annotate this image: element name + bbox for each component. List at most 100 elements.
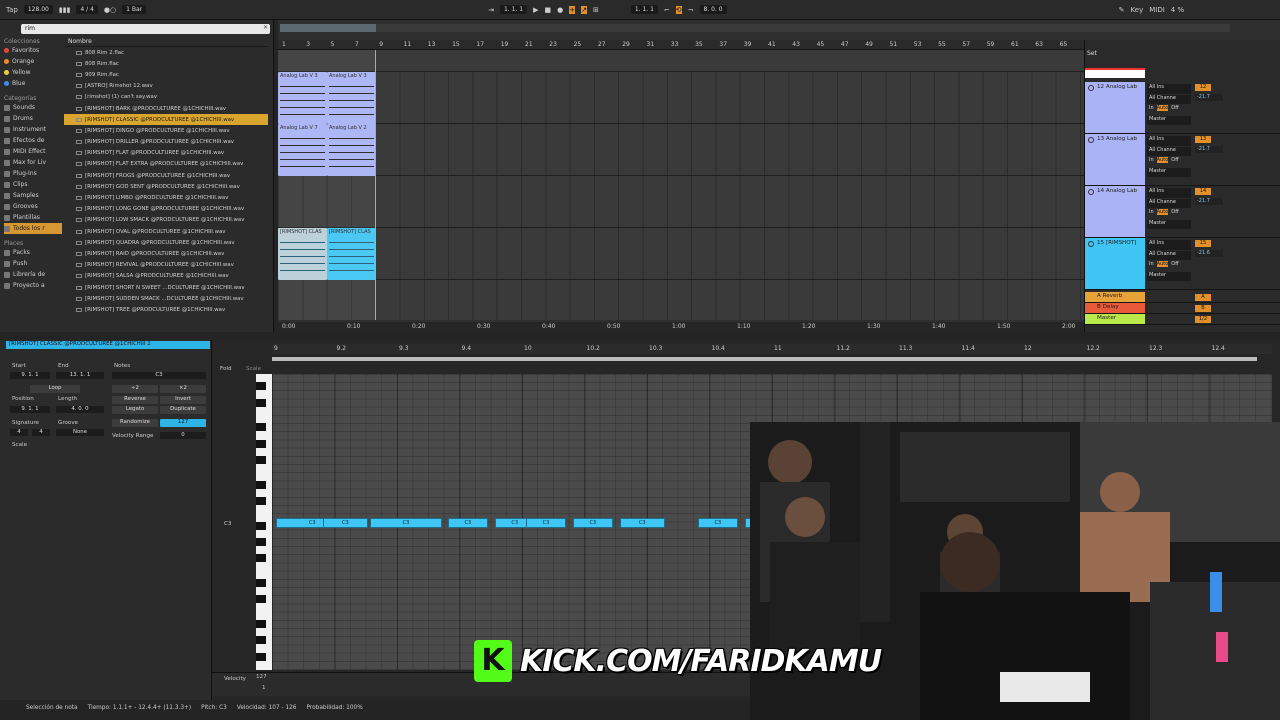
clip-name[interactable]: [RIMSHOT] CLASSIC @PRODCULTUREE @1CHICHI…: [6, 341, 210, 349]
black-key[interactable]: [256, 554, 266, 563]
return-activator[interactable]: A: [1195, 294, 1211, 301]
file-row[interactable]: [RIMSHOT] FLAT EXTRA @PRODCULTUREE @1CHI…: [64, 159, 268, 170]
monitor-auto-button[interactable]: Auto: [1156, 105, 1169, 111]
note-field[interactable]: C3: [112, 372, 206, 379]
metronome-icon[interactable]: ▮▮▮: [59, 6, 71, 14]
file-row[interactable]: [RIMSHOT] DINGO @PRODCULTUREE @1CHICHIII…: [64, 125, 268, 136]
midi-note[interactable]: C3: [526, 518, 566, 528]
file-row[interactable]: [RIMSHOT] BARK @PRODCULTUREE @1CHICHIII.…: [64, 103, 268, 114]
return-name[interactable]: Master: [1085, 314, 1145, 324]
io-channels-select[interactable]: All Channe: [1147, 198, 1191, 208]
signature-numerator[interactable]: 4: [10, 429, 28, 436]
place-item[interactable]: Proyecto a: [4, 280, 62, 291]
category-item[interactable]: Max for Liv: [4, 157, 62, 168]
monitor-auto-button[interactable]: Auto: [1156, 261, 1169, 267]
capture-icon[interactable]: ⊞: [593, 6, 599, 14]
file-row[interactable]: [RIMSHOT] CLASSIC @PRODCULTUREE @1CHICHI…: [64, 114, 268, 126]
black-key[interactable]: [256, 398, 266, 407]
file-row[interactable]: [RIMSHOT] SALSA @PRODCULTUREE @1CHICHIII…: [64, 271, 268, 282]
file-row[interactable]: [RIMSHOT] LOW SMACK @PRODCULTUREE @1CHIC…: [64, 215, 268, 226]
io-channels-select[interactable]: All Channe: [1147, 146, 1191, 156]
record-icon[interactable]: ●: [557, 6, 563, 14]
collection-item[interactable]: Yellow: [4, 67, 62, 78]
io-channels-select[interactable]: All Channe: [1147, 94, 1191, 104]
track-header[interactable]: 12 Analog Lab All Ins All Channe In Auto Off M…: [1085, 82, 1280, 134]
browser-search-input[interactable]: rim ✕: [21, 24, 270, 34]
duplicate-button[interactable]: Duplicate: [160, 406, 206, 414]
signature-denominator[interactable]: 4: [32, 429, 50, 436]
place-item[interactable]: Push: [4, 258, 62, 269]
monitor-off-button[interactable]: Off: [1171, 261, 1178, 267]
io-channels-select[interactable]: All Channe: [1147, 250, 1191, 260]
output-select[interactable]: Master: [1147, 167, 1191, 177]
black-key[interactable]: [256, 382, 266, 391]
output-select[interactable]: Master: [1147, 271, 1191, 281]
midi-note[interactable]: C3: [369, 518, 443, 528]
quantize-select[interactable]: 1 Bar: [122, 5, 147, 14]
place-item[interactable]: Librería de: [4, 269, 62, 280]
return-track-header[interactable]: B Delay B: [1085, 303, 1280, 314]
tempo-field[interactable]: 128.00: [23, 5, 53, 14]
black-key[interactable]: [256, 439, 266, 448]
length-field[interactable]: 4. 0. 0: [56, 406, 104, 413]
monitor-monitor-button[interactable]: In: [1149, 157, 1154, 163]
collection-item[interactable]: Blue: [4, 78, 62, 89]
loop-icon[interactable]: ⟲: [675, 5, 682, 14]
track-volume[interactable]: -21.7: [1195, 146, 1223, 153]
midi-note[interactable]: C3: [572, 518, 613, 528]
track-volume[interactable]: -21.7: [1195, 94, 1223, 101]
black-key[interactable]: [256, 497, 266, 505]
track-header[interactable]: 13 Analog Lab All Ins All Channe In Auto Off M…: [1085, 134, 1280, 186]
place-item[interactable]: Packs: [4, 247, 62, 258]
track-lane[interactable]: [278, 228, 1084, 280]
file-row[interactable]: [RIMSHOT] LIMBO @PRODCULTUREE @1CHICHIII…: [64, 192, 268, 203]
track-activator[interactable]: 13: [1195, 136, 1211, 143]
return-name[interactable]: A Reverb: [1085, 292, 1145, 302]
key-map-button[interactable]: Key: [1131, 6, 1144, 14]
time-signature-field[interactable]: 4 / 4: [76, 5, 98, 14]
loop-toggle[interactable]: Loop: [30, 385, 80, 393]
file-row[interactable]: [ASTRO] Rimshot 12.wav: [64, 81, 268, 92]
file-row[interactable]: 808 Rim 2.flac: [64, 47, 268, 58]
category-item[interactable]: Plug-Ins: [4, 168, 62, 179]
piano-keyboard[interactable]: [256, 374, 272, 670]
midi-map-button[interactable]: MIDI: [1149, 6, 1165, 14]
category-item[interactable]: Plantillas: [4, 212, 62, 223]
track-header[interactable]: 15 [RIMSHOT] All Ins All Channe In Auto Off Ma…: [1085, 238, 1280, 290]
black-key[interactable]: [256, 538, 266, 546]
halve-button[interactable]: ÷2: [112, 385, 158, 393]
track-name[interactable]: 12 Analog Lab: [1085, 82, 1145, 133]
return-activator[interactable]: 1/2: [1195, 316, 1211, 323]
midi-note[interactable]: C3: [619, 518, 665, 528]
groove-select[interactable]: None: [56, 429, 104, 436]
category-item[interactable]: Todos los r: [4, 223, 62, 234]
black-key[interactable]: [256, 521, 266, 530]
category-item[interactable]: Efectos de: [4, 135, 62, 146]
track-volume[interactable]: -21.7: [1195, 198, 1223, 205]
black-key[interactable]: [256, 456, 266, 464]
draw-mode-icon[interactable]: ✎: [1119, 6, 1125, 14]
io-in-select[interactable]: All Ins: [1147, 188, 1191, 198]
invert-button[interactable]: Invert: [160, 396, 206, 404]
file-row[interactable]: [RIMSHOT] FLAT @PRODCULTUREE @1CHICHIII.…: [64, 148, 268, 159]
black-key[interactable]: [256, 423, 266, 432]
punch-out-icon[interactable]: ¬: [688, 6, 694, 14]
name-column-header[interactable]: Nombre: [64, 38, 268, 47]
loop-brace[interactable]: [272, 357, 1257, 361]
midi-note[interactable]: C3: [322, 518, 368, 528]
start-field[interactable]: 9. 1. 1: [10, 372, 50, 379]
return-activator[interactable]: B: [1195, 305, 1211, 312]
file-row[interactable]: 909 Rim.flac: [64, 69, 268, 80]
track-volume[interactable]: -21.6: [1195, 250, 1223, 257]
track-fold-icon[interactable]: [1088, 189, 1094, 195]
track-lane[interactable]: [278, 50, 1084, 72]
legato-button[interactable]: Legato: [112, 406, 158, 414]
monitor-auto-button[interactable]: Auto: [1156, 157, 1169, 163]
track-fold-icon[interactable]: [1088, 241, 1094, 247]
file-row[interactable]: [RIMSHOT] GOD SENT @PRODCULTUREE @1CHICH…: [64, 181, 268, 192]
file-row[interactable]: [RIMSHOT] SUDDEN SMACK ...DCULTUREE @1CH…: [64, 293, 268, 304]
midi-note[interactable]: C3: [447, 518, 488, 528]
return-name[interactable]: B Delay: [1085, 303, 1145, 313]
follow-icon[interactable]: ●○: [104, 6, 116, 14]
monitor-off-button[interactable]: Off: [1171, 209, 1178, 215]
